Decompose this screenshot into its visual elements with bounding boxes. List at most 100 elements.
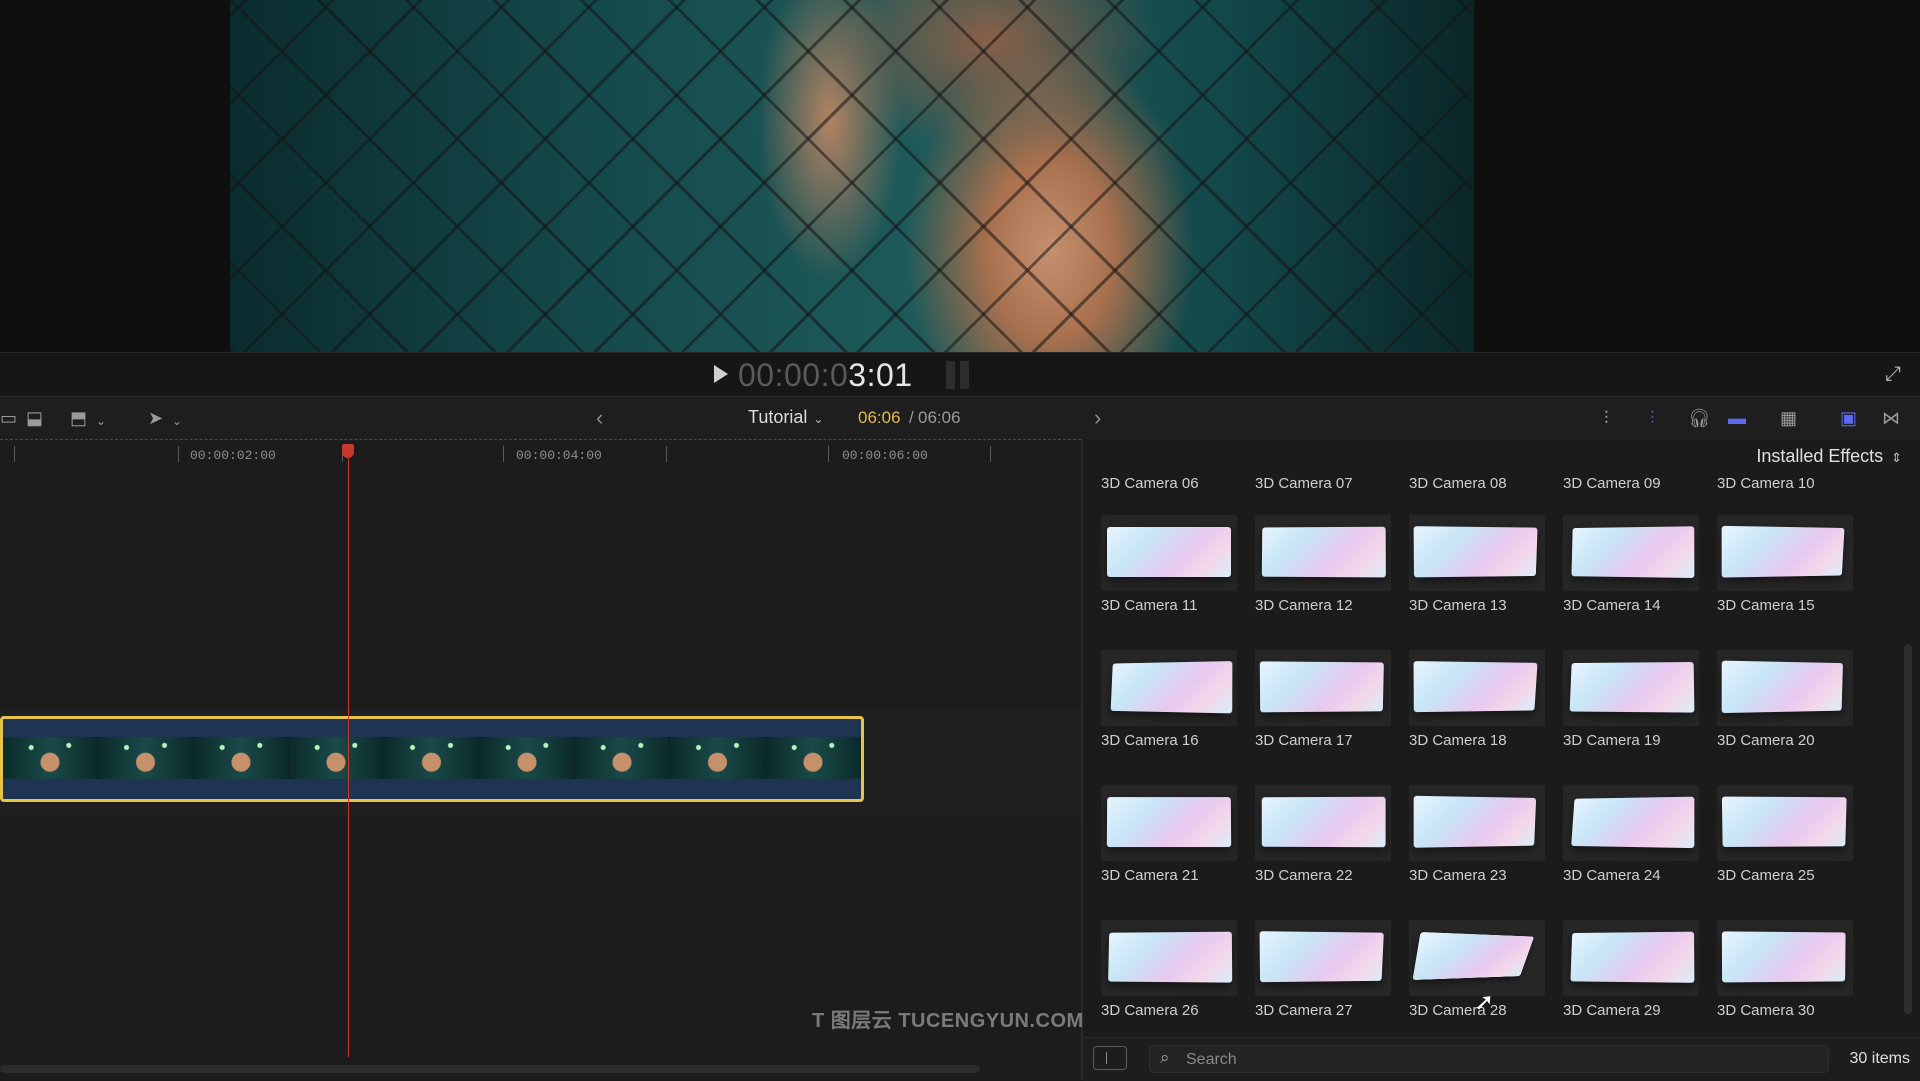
- up-down-chevron-icon: ⇕: [1891, 450, 1902, 465]
- headphones-icon[interactable]: 🎧︎: [1688, 408, 1711, 428]
- effect-item[interactable]: 3D Camera 18: [1409, 644, 1549, 774]
- effect-item[interactable]: 3D Camera 13: [1409, 509, 1549, 639]
- video-clip[interactable]: [0, 716, 864, 802]
- effect-label: 3D Camera 29: [1563, 1002, 1661, 1019]
- effect-item[interactable]: 3D Camera 25: [1717, 779, 1857, 909]
- effect-item[interactable]: 3D Camera 07: [1255, 475, 1395, 503]
- append-clip-icon[interactable]: ⬒: [70, 408, 87, 428]
- category-selector[interactable]: Installed Effects ⇕: [1756, 446, 1902, 467]
- effect-thumbnail: [1101, 920, 1237, 996]
- effect-item[interactable]: 3D Camera 11: [1101, 509, 1241, 639]
- timeline-ruler[interactable]: 00:00:02:00 00:00:04:00 00:00:06:00: [0, 439, 1081, 468]
- skimming-icon[interactable]: ⫶: [1604, 408, 1609, 428]
- next-arrow-icon[interactable]: ›: [1094, 405, 1101, 431]
- effect-item[interactable]: 3D Camera 28: [1409, 914, 1549, 1044]
- viewer-timecode: 00:00:03:01: [738, 357, 913, 394]
- chevron-down-icon: ⌄: [813, 412, 824, 426]
- effect-thumbnail: [1101, 785, 1237, 861]
- effect-item[interactable]: 3D Camera 29: [1563, 914, 1703, 1044]
- effect-label: 3D Camera 25: [1717, 867, 1815, 884]
- insert-clip-icon[interactable]: ⬓: [26, 408, 43, 428]
- effect-item[interactable]: 3D Camera 23: [1409, 779, 1549, 909]
- effect-item[interactable]: 3D Camera 27: [1255, 914, 1395, 1044]
- effect-item[interactable]: 3D Camera 22: [1255, 779, 1395, 909]
- effect-label: 3D Camera 10: [1717, 475, 1815, 492]
- timecode-total: 06:06: [918, 408, 961, 427]
- mouse-cursor-icon: ➚: [1474, 989, 1495, 1016]
- effect-item[interactable]: 3D Camera 06: [1101, 475, 1241, 503]
- timecode-separator: /: [909, 408, 914, 427]
- effect-item[interactable]: 3D Camera 14: [1563, 509, 1703, 639]
- browser-header: Installed Effects ⇕: [1083, 439, 1920, 475]
- snapping-icon[interactable]: ▬: [1728, 408, 1746, 428]
- filmstrip-frame: [288, 737, 385, 779]
- ruler-label: 00:00:06:00: [842, 448, 928, 463]
- effect-label: 3D Camera 12: [1255, 597, 1353, 614]
- ruler-label: 00:00:04:00: [516, 448, 602, 463]
- effect-item[interactable]: 3D Camera 17: [1255, 644, 1395, 774]
- effect-thumbnail: [1255, 515, 1391, 591]
- project-selector[interactable]: Tutorial ⌄: [748, 407, 823, 428]
- effect-label: 3D Camera 18: [1409, 732, 1507, 749]
- clip-filmstrip: [3, 737, 861, 779]
- chevron-down-icon[interactable]: ⌄: [96, 411, 106, 431]
- sidebar-toggle-button[interactable]: [1093, 1046, 1127, 1070]
- effect-item[interactable]: 3D Camera 26: [1101, 914, 1241, 1044]
- tool-menu-chevron-icon[interactable]: ⌄: [172, 411, 182, 431]
- effect-item[interactable]: 3D Camera 09: [1563, 475, 1703, 503]
- video-preview[interactable]: [230, 0, 1474, 352]
- effect-thumbnail: [1717, 650, 1853, 726]
- audio-skimming-icon[interactable]: ⫶: [1650, 408, 1655, 428]
- effect-thumbnail: [1409, 785, 1545, 861]
- effect-item[interactable]: 3D Camera 20: [1717, 644, 1857, 774]
- timeline-toolbar: ▭ ⬓ ⬒ ⌄ ➤ ⌄ ‹ Tutorial ⌄ 06:06 / 06:06 › …: [0, 396, 1920, 440]
- search-icon: ⌕: [1160, 1048, 1170, 1067]
- browser-footer: ⌕ 30 items: [1083, 1037, 1920, 1081]
- effect-label: 3D Camera 07: [1255, 475, 1353, 492]
- filmstrip-frame: [3, 737, 99, 779]
- timeline-scrollbar[interactable]: [0, 1065, 980, 1073]
- item-count: 30 items: [1849, 1050, 1910, 1067]
- select-tool-icon[interactable]: ➤: [148, 408, 163, 428]
- timecode-bright: 3:01: [848, 357, 913, 393]
- filmstrip-frame: [98, 737, 194, 779]
- effect-thumbnail: [1563, 515, 1699, 591]
- timecode-current: 06:06: [858, 408, 901, 427]
- ruler-label: 00:00:02:00: [190, 448, 276, 463]
- effect-thumbnail: [1409, 650, 1545, 726]
- browser-scrollbar[interactable]: [1904, 644, 1912, 1014]
- effect-thumbnail: [1409, 515, 1545, 591]
- search-input[interactable]: [1184, 1049, 1808, 1071]
- effect-item[interactable]: 3D Camera 12: [1255, 509, 1395, 639]
- watermark: T 图层云 TUCENGYUN.COM: [812, 1010, 1084, 1032]
- effect-label: 3D Camera 17: [1255, 732, 1353, 749]
- effect-item[interactable]: 3D Camera 21: [1101, 779, 1241, 909]
- effect-thumbnail: [1101, 650, 1237, 726]
- search-field[interactable]: ⌕: [1149, 1045, 1829, 1073]
- effect-item[interactable]: 3D Camera 19: [1563, 644, 1703, 774]
- play-button[interactable]: [714, 365, 728, 383]
- effect-label: 3D Camera 27: [1255, 1002, 1353, 1019]
- effect-item[interactable]: 3D Camera 16: [1101, 644, 1241, 774]
- effect-thumbnail: [1563, 920, 1699, 996]
- effect-thumbnail: [1563, 785, 1699, 861]
- clip-appearance-icon[interactable]: ▦: [1780, 408, 1797, 428]
- timeline[interactable]: 00:00:02:00 00:00:04:00 00:00:06:00: [0, 439, 1081, 1080]
- effect-item[interactable]: 3D Camera 15: [1717, 509, 1857, 639]
- viewer: [0, 0, 1920, 352]
- effect-item[interactable]: 3D Camera 10: [1717, 475, 1857, 503]
- previous-arrow-icon[interactable]: ‹: [596, 405, 603, 431]
- effect-item[interactable]: 3D Camera 24: [1563, 779, 1703, 909]
- transitions-browser-icon[interactable]: ⋈: [1882, 408, 1900, 428]
- playhead-handle[interactable]: [342, 444, 354, 458]
- effects-grid: 3D Camera 06 3D Camera 07 3D Camera 08 3D C…: [1101, 475, 1891, 1035]
- connect-clip-icon[interactable]: ▭: [0, 408, 17, 428]
- fullscreen-icon[interactable]: ⤢: [1882, 363, 1904, 385]
- effect-label: 3D Camera 16: [1101, 732, 1199, 749]
- effect-item[interactable]: 3D Camera 08: [1409, 475, 1549, 503]
- effect-thumbnail: [1255, 785, 1391, 861]
- effects-browser-icon[interactable]: ▣: [1840, 408, 1857, 428]
- effect-item[interactable]: 3D Camera 30: [1717, 914, 1857, 1044]
- playhead[interactable]: [348, 457, 349, 1057]
- effect-thumbnail: [1717, 515, 1853, 591]
